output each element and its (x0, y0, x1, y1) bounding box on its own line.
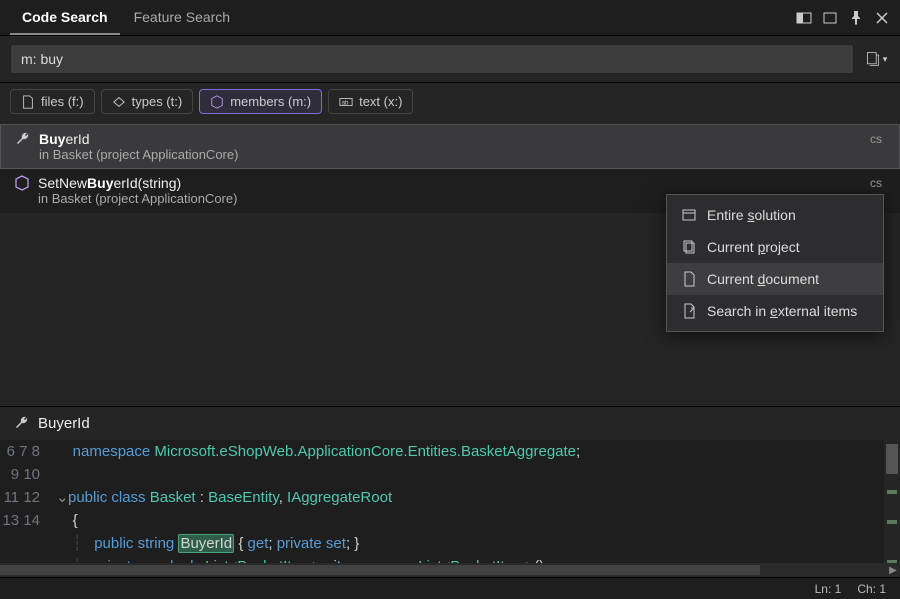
window-controls (796, 10, 890, 26)
result-sub: in Basket (project ApplicationCore) (15, 147, 885, 162)
dock-icon[interactable] (796, 10, 812, 26)
status-line: Ln: 1 (815, 582, 842, 596)
search-tabs: Code Search Feature Search (10, 1, 242, 35)
status-col: Ch: 1 (857, 582, 886, 596)
code-editor[interactable]: 6 7 8 9 10 11 12 13 14 namespace Microso… (0, 440, 900, 564)
scope-entire-solution[interactable]: Entire solution (667, 199, 883, 231)
close-icon[interactable] (874, 10, 890, 26)
code-body: namespace Microsoft.eShopWeb.Application… (56, 440, 900, 564)
scroll-marker (887, 490, 897, 494)
results-list: BuyerId cs in Basket (project Applicatio… (0, 124, 900, 213)
result-badge: cs (870, 132, 882, 146)
filter-files[interactable]: files (f:) (10, 89, 95, 114)
filter-row: files (f:) types (t:) members (m:) abtex… (0, 83, 900, 124)
horizontal-scrollbar[interactable]: ◀ ▶ (0, 563, 900, 577)
tab-feature-search[interactable]: Feature Search (122, 1, 243, 35)
wrench-icon (14, 415, 30, 431)
project-icon (681, 239, 697, 255)
pin-icon[interactable] (848, 10, 864, 26)
filter-members[interactable]: members (m:) (199, 89, 322, 114)
line-gutter: 6 7 8 9 10 11 12 13 14 (0, 440, 56, 564)
filter-text[interactable]: abtext (x:) (328, 89, 413, 114)
tab-code-search[interactable]: Code Search (10, 1, 120, 35)
result-badge: cs (870, 176, 882, 190)
result-title: SetNewBuyerId(string) (38, 175, 181, 191)
scroll-thumb[interactable] (886, 444, 898, 474)
status-bar: Ln: 1 Ch: 1 (0, 577, 900, 599)
vertical-scrollbar[interactable] (884, 440, 900, 564)
result-title: BuyerId (39, 131, 90, 147)
scroll-marker (887, 520, 897, 524)
solution-icon (681, 207, 697, 223)
result-item[interactable]: BuyerId cs in Basket (project Applicatio… (0, 124, 900, 169)
search-row: ▾ (0, 36, 900, 83)
preview-pane: BuyerId 6 7 8 9 10 11 12 13 14 namespace… (0, 406, 900, 599)
scope-dropdown: Entire solution Current project Current … (666, 194, 884, 332)
scope-external-items[interactable]: Search in external items (667, 295, 883, 327)
method-icon (14, 175, 30, 191)
titlebar: Code Search Feature Search (0, 0, 900, 36)
preview-header: BuyerId (0, 407, 900, 440)
window-icon[interactable] (822, 10, 838, 26)
filter-types[interactable]: types (t:) (101, 89, 194, 114)
scroll-right-arrow[interactable]: ▶ (886, 565, 900, 576)
scroll-thumb[interactable] (0, 565, 760, 575)
document-icon (681, 271, 697, 287)
external-icon (681, 303, 697, 319)
preview-title: BuyerId (38, 415, 90, 432)
scope-current-document[interactable]: Current document (667, 263, 883, 295)
svg-text:ab: ab (342, 99, 349, 106)
scope-dropdown-button[interactable]: ▾ (862, 45, 890, 73)
scope-current-project[interactable]: Current project (667, 231, 883, 263)
wrench-icon (15, 131, 31, 147)
search-input[interactable] (10, 44, 854, 74)
